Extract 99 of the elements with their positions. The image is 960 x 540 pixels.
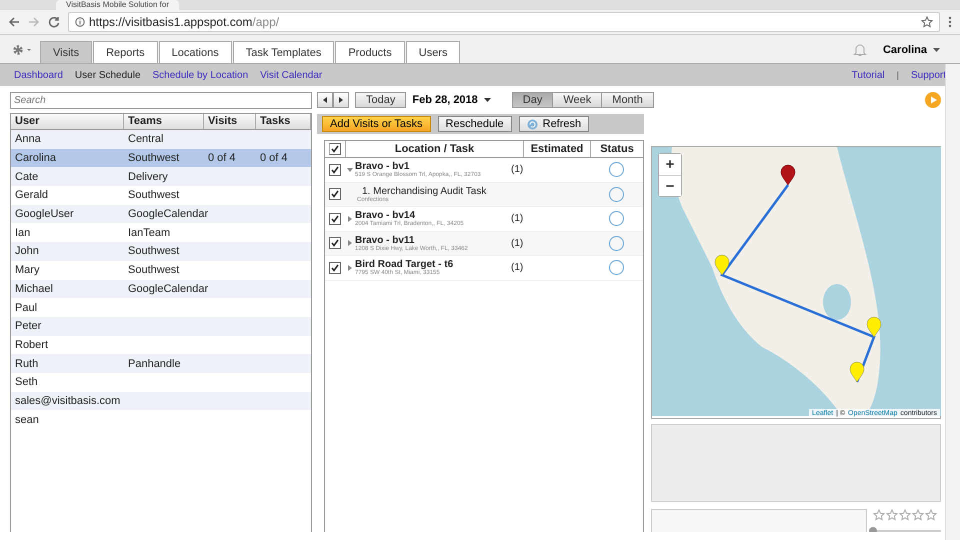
user-row[interactable]: Gerald Southwest xyxy=(11,186,311,205)
map-pin-icon[interactable] xyxy=(714,254,730,276)
next-button[interactable] xyxy=(333,92,349,108)
caret-icon xyxy=(933,48,940,52)
browser-tab[interactable]: VisitBasis Mobile Solution for xyxy=(56,0,180,10)
user-row[interactable]: Seth xyxy=(11,372,311,392)
help-link[interactable]: Tutorial xyxy=(852,70,885,80)
map-pin-icon[interactable] xyxy=(850,362,864,382)
star-icon[interactable] xyxy=(899,509,911,521)
expand-icon[interactable] xyxy=(347,240,353,246)
expand-icon[interactable] xyxy=(347,264,353,271)
user-row[interactable]: sean xyxy=(11,410,311,429)
view-toggle[interactable]: Month xyxy=(601,92,654,108)
collapse-icon[interactable] xyxy=(347,166,353,173)
location-name: Bravo - bv14 xyxy=(355,210,416,222)
nav-tab[interactable]: Users xyxy=(406,41,460,63)
previous-button[interactable] xyxy=(317,92,333,108)
view-toggle[interactable]: Day xyxy=(512,92,554,108)
zoom-out-button[interactable]: − xyxy=(659,175,681,196)
visit-count: (1) xyxy=(511,213,524,224)
visit-count: (1) xyxy=(511,262,524,274)
status-circle[interactable] xyxy=(609,162,624,178)
location-name: Bird Road Target - t6 xyxy=(355,259,454,270)
nav-tab[interactable]: Reports xyxy=(93,41,158,63)
column-header[interactable]: Tasks xyxy=(256,114,311,129)
column-header[interactable]: Estimated xyxy=(523,141,590,157)
today-button[interactable]: Today xyxy=(355,92,406,108)
help-link[interactable]: Support xyxy=(910,70,946,80)
checkbox[interactable] xyxy=(329,164,341,176)
user-row[interactable]: Paul xyxy=(11,298,311,317)
user-row[interactable]: Peter xyxy=(11,316,311,336)
play-icon[interactable] xyxy=(925,92,941,108)
action-button[interactable]: Reschedule xyxy=(438,116,512,132)
star-icon[interactable] xyxy=(886,509,898,521)
nav-link[interactable]: Dashboard xyxy=(14,70,63,80)
back-icon[interactable] xyxy=(8,16,20,28)
left-arrow-icon xyxy=(323,97,327,103)
visit-count: (1) xyxy=(511,238,524,249)
checkbox[interactable] xyxy=(329,212,341,225)
user-row[interactable]: sales@visitbasis.com xyxy=(11,392,311,410)
settings-icon[interactable] xyxy=(12,44,32,56)
info-icon[interactable] xyxy=(75,17,85,27)
reload-icon[interactable] xyxy=(48,16,60,28)
right-arrow-icon xyxy=(339,97,343,103)
user-row[interactable]: Carolina Southwest 0 of 4 0 of 4 xyxy=(11,148,311,168)
nav-link[interactable]: User Schedule xyxy=(74,70,141,80)
visit-count: (1) xyxy=(511,164,524,176)
user-row[interactable]: Ruth Panhandle xyxy=(11,354,311,373)
checkbox[interactable] xyxy=(329,143,341,155)
refresh-button[interactable]: Refresh xyxy=(518,116,590,132)
date-picker[interactable]: Feb 28, 2018 xyxy=(412,94,491,106)
user-row[interactable]: Ian IanTeam xyxy=(11,223,311,242)
checkbox[interactable] xyxy=(329,237,341,250)
account-menu[interactable]: Carolina xyxy=(882,44,940,56)
nav-tab[interactable]: Products xyxy=(335,41,405,63)
view-toggle[interactable]: Week xyxy=(552,92,602,108)
caret-icon xyxy=(484,98,491,102)
column-header[interactable]: Visits xyxy=(204,114,256,129)
status-circle[interactable] xyxy=(609,211,624,226)
scrollbar[interactable] xyxy=(945,64,960,540)
column-header[interactable]: Teams xyxy=(124,114,204,129)
checkbox[interactable] xyxy=(329,188,341,200)
user-row[interactable]: Mary Southwest xyxy=(11,260,311,280)
bell-icon[interactable] xyxy=(852,43,867,57)
menu-icon[interactable] xyxy=(948,16,952,28)
nav-tab[interactable]: Visits xyxy=(40,41,92,63)
status-circle[interactable] xyxy=(609,186,624,202)
user-row[interactable]: Robert xyxy=(11,336,311,354)
column-header[interactable]: Status xyxy=(590,141,643,157)
star-icon[interactable] xyxy=(921,16,933,28)
nav-tab[interactable]: Task Templates xyxy=(232,41,334,63)
location-name: Bravo - bv11 xyxy=(355,234,414,246)
map-pin-icon[interactable] xyxy=(866,316,882,338)
lake-shape xyxy=(823,284,851,320)
address-bar[interactable]: https://visitbasis1.appspot.com/app/ xyxy=(68,12,940,32)
nav-link[interactable]: Visit Calendar xyxy=(260,70,322,80)
location-name: Bravo - bv1 xyxy=(355,161,410,172)
user-row[interactable]: John Southwest xyxy=(11,242,311,261)
expand-icon[interactable] xyxy=(347,216,353,222)
task-name: 1. Merchandising Audit Task xyxy=(362,186,486,197)
search-field[interactable]: Search xyxy=(10,92,312,109)
user-row[interactable]: Anna Central xyxy=(11,130,311,149)
star-icon[interactable] xyxy=(925,509,937,521)
action-button[interactable]: Add Visits or Tasks xyxy=(322,116,431,132)
user-row[interactable]: Cate Delivery xyxy=(11,167,311,186)
checkbox[interactable] xyxy=(329,262,341,274)
nav-tab[interactable]: Locations xyxy=(158,41,232,63)
status-circle[interactable] xyxy=(609,236,624,251)
nav-link[interactable]: Schedule by Location xyxy=(152,70,248,80)
star-icon[interactable] xyxy=(912,509,924,521)
column-header[interactable]: User xyxy=(11,114,124,129)
refresh-icon xyxy=(526,118,538,130)
star-icon[interactable] xyxy=(873,509,885,521)
map-pin-icon[interactable] xyxy=(780,164,796,186)
user-row[interactable]: Michael GoogleCalendar xyxy=(11,280,311,298)
column-header[interactable]: Location / Task xyxy=(345,141,523,157)
link-separator: | xyxy=(896,70,899,80)
user-row[interactable]: GoogleUser GoogleCalendar xyxy=(11,204,311,224)
status-circle[interactable] xyxy=(609,260,624,276)
